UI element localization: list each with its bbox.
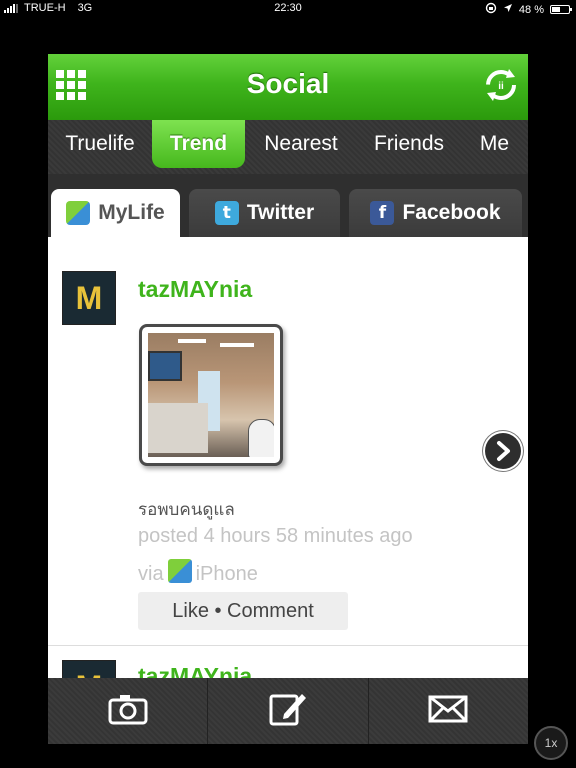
feed-list: M tazMAYnia รอพบคนดูแล posted 4 hours 58…	[48, 237, 528, 678]
mail-icon	[428, 695, 468, 728]
post-divider	[48, 645, 528, 646]
mylife-icon	[66, 201, 91, 225]
next-chevron-icon[interactable]	[485, 433, 521, 469]
post-username[interactable]: tazMAYnia	[138, 276, 252, 303]
tab-trend[interactable]: Trend	[152, 120, 245, 168]
social-app: Social ii Truelife Trend Nearest Friends…	[48, 54, 528, 744]
compose-icon	[268, 690, 308, 733]
post-caption: รอพบคนดูแล	[138, 500, 235, 520]
iphone-app-icon	[167, 559, 192, 583]
post-photo[interactable]	[139, 324, 283, 466]
message-button[interactable]	[369, 678, 528, 744]
zoom-button[interactable]: 1x	[534, 726, 568, 760]
status-right: 48 %	[485, 2, 572, 17]
tab-facebook-label: Facebook	[402, 201, 501, 224]
facebook-icon: f	[370, 201, 395, 225]
location-icon	[503, 3, 513, 16]
tab-mylife-label: MyLife	[98, 201, 165, 224]
post-timestamp: posted 4 hours 58 minutes ago	[138, 525, 413, 547]
via-source: iPhone	[195, 563, 258, 585]
avatar[interactable]: M	[63, 272, 115, 324]
tab-twitter[interactable]: t Twitter	[189, 189, 340, 237]
battery-icon	[550, 5, 572, 14]
tab-nearest[interactable]: Nearest	[245, 120, 357, 168]
post-via: via iPhone	[138, 559, 258, 586]
twitter-icon: t	[214, 201, 239, 225]
tab-mylife[interactable]: MyLife	[51, 189, 180, 237]
camera-button[interactable]	[48, 678, 209, 744]
via-prefix: via	[138, 563, 164, 585]
like-comment-button[interactable]: Like • Comment	[138, 592, 348, 630]
bottom-toolbar	[48, 678, 528, 744]
avatar[interactable]: M	[63, 661, 115, 678]
tab-friends[interactable]: Friends	[357, 120, 461, 168]
tab-facebook[interactable]: f Facebook	[349, 189, 522, 237]
svg-text:ii: ii	[498, 81, 504, 92]
post-username[interactable]: tazMAYnia	[138, 663, 252, 678]
camera-icon	[108, 693, 148, 730]
source-tabs: MyLife t Twitter f Facebook	[48, 174, 528, 237]
tab-me[interactable]: Me	[461, 120, 528, 168]
status-bar: TRUE-H 3G 22:30 48 %	[0, 0, 576, 16]
nav-tabs: Truelife Trend Nearest Friends Me	[48, 120, 528, 174]
rotation-lock-icon	[485, 2, 497, 17]
page-title: Social	[246, 68, 330, 99]
header-bar: Social ii	[48, 54, 528, 121]
refresh-icon[interactable]: ii	[484, 66, 518, 104]
tab-twitter-label: Twitter	[246, 201, 315, 224]
battery-percent: 48 %	[518, 3, 544, 16]
tab-truelife[interactable]: Truelife	[48, 120, 152, 168]
compose-button[interactable]	[208, 678, 369, 744]
